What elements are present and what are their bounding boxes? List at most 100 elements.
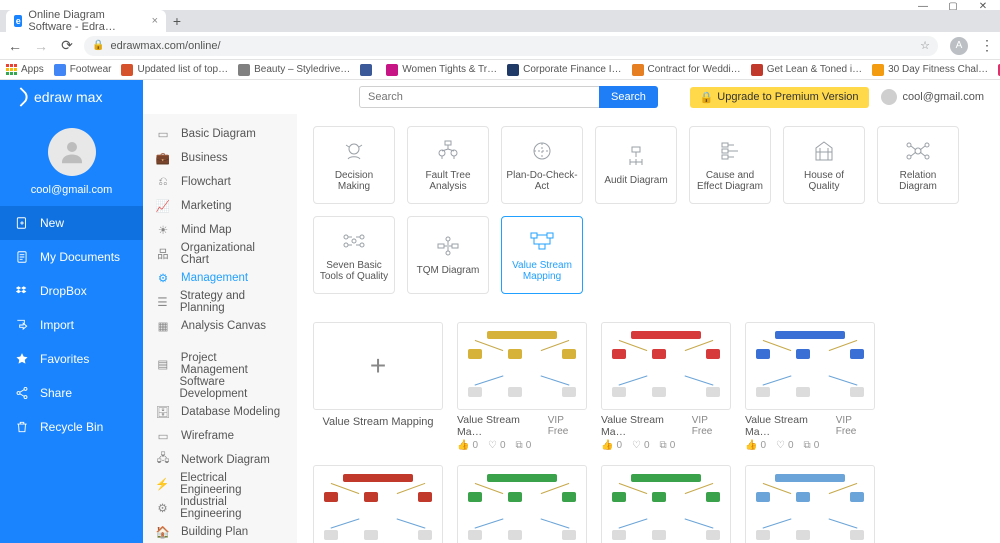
template-thumbnail <box>745 322 875 410</box>
category-item[interactable]: ⚙ Industrial Engineering <box>143 496 297 520</box>
diagram-type-tile[interactable]: TQM Diagram <box>407 216 489 294</box>
diagram-type-tile[interactable]: Relation Diagram <box>877 126 959 204</box>
bookmark-item[interactable]: Footwear <box>54 64 112 76</box>
category-item[interactable]: 🖧 Network Diagram <box>143 448 297 472</box>
lock-icon: 🔒 <box>92 40 104 51</box>
sidebar-item-mydocs[interactable]: My Documents <box>0 240 143 274</box>
blank-template-card[interactable]: + Value Stream Mapping <box>313 322 443 451</box>
apps-button[interactable]: Apps <box>6 64 44 75</box>
template-title: Value Stream Ma… <box>601 414 692 438</box>
upgrade-label: Upgrade to Premium Version <box>717 91 858 103</box>
template-badge: VIP Free <box>548 415 587 437</box>
category-item[interactable]: ⎌ Flowchart <box>143 170 297 194</box>
tab-favicon: e <box>14 15 22 27</box>
category-label: Building Plan <box>181 526 248 538</box>
app-logo-text: edraw max <box>34 89 102 105</box>
profile-avatar <box>48 128 96 176</box>
bookmark-item[interactable]: Updated list of top… <box>121 64 228 76</box>
address-bar[interactable]: 🔒 edrawmax.com/online/ ☆ <box>84 36 938 56</box>
category-icon: ☰ <box>155 294 170 310</box>
category-item[interactable]: 💼 Business <box>143 146 297 170</box>
diagram-type-tile[interactable]: House of Quality <box>783 126 865 204</box>
upgrade-button[interactable]: 🔒 Upgrade to Premium Version <box>690 87 869 108</box>
bookmark-item[interactable]: Corporate Finance I… <box>507 64 621 76</box>
template-card[interactable] <box>745 465 875 543</box>
category-icon: 🏠 <box>155 524 171 540</box>
bookmark-item[interactable]: Women Tights & Tr… <box>386 64 497 76</box>
category-label: Software Development <box>180 376 286 400</box>
category-icon: ⚙ <box>155 500 170 516</box>
browser-menu-button[interactable]: ⋮ <box>980 37 994 54</box>
bookmark-star-icon[interactable]: ☆ <box>920 39 930 52</box>
app-logo[interactable]: edraw max <box>0 80 143 114</box>
category-label: Basic Diagram <box>181 128 256 140</box>
template-card[interactable]: Value Stream Ma…VIP Free 👍0 ♡0 ⧉0 <box>457 322 587 451</box>
heart-icon: ♡ <box>632 440 641 451</box>
category-icon: ▦ <box>155 318 171 334</box>
sidebar-item-new[interactable]: New <box>0 206 143 240</box>
category-item[interactable]: Software Development <box>143 376 297 400</box>
category-item[interactable]: ▦ Analysis Canvas <box>143 314 297 338</box>
template-card[interactable] <box>601 465 731 543</box>
profile-avatar-button[interactable]: A <box>950 37 968 55</box>
sidebar-item-import[interactable]: Import <box>0 308 143 342</box>
bookmark-item[interactable]: Get Lean & Toned i… <box>751 64 862 76</box>
content-area: Decision Making Fault Tree Analysis Plan… <box>297 114 1000 543</box>
bookmark-item[interactable]: Contract for Weddi… <box>632 64 741 76</box>
category-item[interactable]: 品 Organizational Chart <box>143 242 297 266</box>
sidebar-item-recycle[interactable]: Recycle Bin <box>0 410 143 444</box>
plus-file-icon <box>14 215 30 231</box>
category-item[interactable]: ⚡ Electrical Engineering <box>143 472 297 496</box>
doc-icon <box>14 249 30 265</box>
bookmark-item[interactable]: 30 Day Fitness Chal… <box>872 64 988 76</box>
category-item[interactable]: ⚙ Management <box>143 266 297 290</box>
new-tab-button[interactable]: + <box>166 10 188 32</box>
sidebar-item-share[interactable]: Share <box>0 376 143 410</box>
diagram-type-tile[interactable]: Audit Diagram <box>595 126 677 204</box>
category-item[interactable]: ☀ Mind Map <box>143 218 297 242</box>
diagram-type-tile[interactable]: Cause and Effect Diagram <box>689 126 771 204</box>
user-menu[interactable]: cool@gmail.com <box>881 89 984 105</box>
category-item[interactable]: ▤ Project Management <box>143 352 297 376</box>
nav-reload-button[interactable]: ⟳ <box>58 37 76 54</box>
category-label: Industrial Engineering <box>180 496 285 520</box>
template-card[interactable]: Value Stream Ma…VIP Free 👍0 ♡0 ⧉0 <box>601 322 731 451</box>
category-item[interactable]: 🗄 Database Modeling <box>143 400 297 424</box>
template-card[interactable]: Value Stream Ma…VIP Free 👍0 ♡0 ⧉0 <box>745 322 875 451</box>
sidebar-profile[interactable]: cool@gmail.com <box>0 114 143 206</box>
diagram-type-tile[interactable]: Fault Tree Analysis <box>407 126 489 204</box>
url-text: edrawmax.com/online/ <box>110 40 220 52</box>
template-card[interactable]: Value Stream Ma…VIP Free <box>313 465 443 543</box>
search-button[interactable]: Search <box>599 86 658 108</box>
nav-back-button[interactable]: ← <box>6 38 24 54</box>
category-item[interactable]: ☰ Strategy and Planning <box>143 290 297 314</box>
sidebar-item-favorites[interactable]: Favorites <box>0 342 143 376</box>
diagram-type-tile[interactable]: Value Stream Mapping <box>501 216 583 294</box>
category-label: Network Diagram <box>181 454 270 466</box>
bookmark-item[interactable]: Beauty – Styledrive… <box>238 64 350 76</box>
template-stats: 👍0 ♡0 ⧉0 <box>457 440 587 451</box>
category-icon: 💼 <box>155 150 171 166</box>
template-title: Value Stream Ma… <box>745 414 836 438</box>
sidebar-item-label: Import <box>40 318 74 332</box>
diagram-type-tile[interactable]: Seven Basic Tools of Quality <box>313 216 395 294</box>
search-input[interactable] <box>359 86 599 108</box>
diagram-type-tile[interactable]: Plan-Do-Check-Act <box>501 126 583 204</box>
category-icon: ▭ <box>155 428 171 444</box>
loves-stat: ♡0 <box>776 440 794 451</box>
tab-close-icon[interactable]: × <box>152 15 158 27</box>
diagram-type-tile[interactable]: Decision Making <box>313 126 395 204</box>
bookmark-item[interactable] <box>360 64 376 76</box>
category-item[interactable]: ▭ Wireframe <box>143 424 297 448</box>
category-item[interactable]: 🏠 Building Plan <box>143 520 297 543</box>
sidebar-item-dropbox[interactable]: DropBox <box>0 274 143 308</box>
browser-tab[interactable]: e Online Diagram Software - Edra… × <box>6 10 166 32</box>
template-stats: 👍0 ♡0 ⧉0 <box>601 440 731 451</box>
nav-forward-button[interactable]: → <box>32 38 50 54</box>
category-item[interactable]: 📈 Marketing <box>143 194 297 218</box>
category-icon: ⎌ <box>155 174 171 190</box>
category-item[interactable]: ▭ Basic Diagram <box>143 122 297 146</box>
tab-title: Online Diagram Software - Edra… <box>28 9 145 33</box>
template-card[interactable] <box>457 465 587 543</box>
copies-stat: ⧉0 <box>804 440 820 451</box>
